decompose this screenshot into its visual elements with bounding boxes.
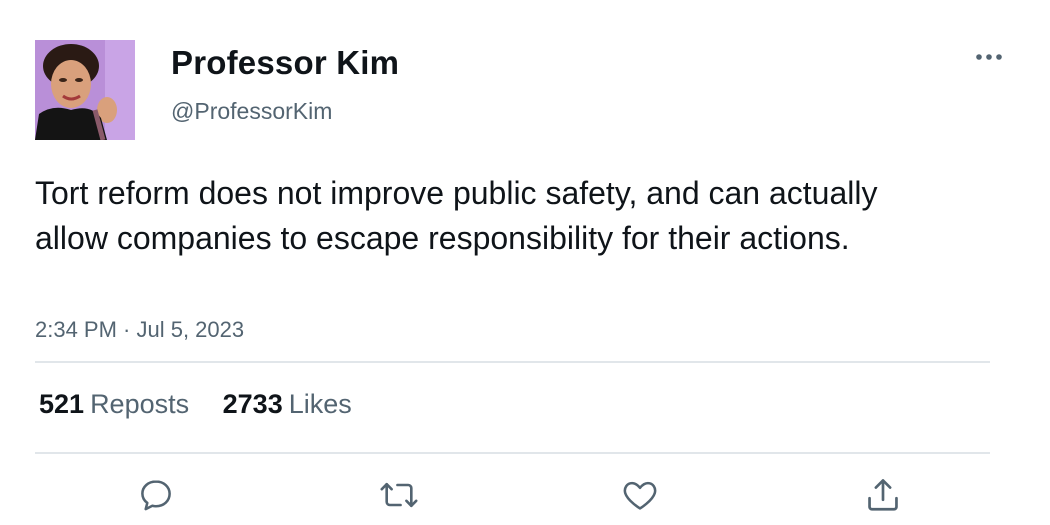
- divider: [35, 361, 990, 363]
- divider: [35, 452, 990, 454]
- likes-count: 2733: [222, 389, 283, 419]
- reply-icon: [141, 480, 171, 511]
- reposts-stat[interactable]: 521 Reposts: [39, 386, 189, 422]
- likes-label: Likes: [288, 389, 352, 419]
- action-bar: [0, 474, 1050, 514]
- reposts-count: 521: [39, 389, 85, 419]
- engagement-stats: 521 Reposts 2733 Likes: [39, 386, 378, 422]
- heart-icon: [623, 481, 657, 510]
- reply-button[interactable]: [135, 474, 177, 516]
- likes-stat[interactable]: 2733 Likes: [223, 386, 352, 422]
- avatar-photo: [35, 40, 135, 140]
- tweet-timestamp[interactable]: 2:34 PM · Jul 5, 2023: [35, 316, 244, 344]
- repost-icon: [380, 482, 418, 508]
- reposts-label: Reposts: [90, 389, 190, 419]
- author-display-name[interactable]: Professor Kim: [171, 44, 399, 82]
- more-options-button[interactable]: [966, 40, 1012, 74]
- tweet-text: Tort reform does not improve public safe…: [35, 175, 878, 256]
- author-handle[interactable]: @ProfessorKim: [171, 97, 332, 125]
- like-button[interactable]: [619, 474, 661, 516]
- share-button[interactable]: [862, 474, 904, 516]
- repost-button[interactable]: [378, 474, 420, 516]
- share-icon: [868, 479, 898, 511]
- tweet-card: Professor Kim @ProfessorKim Tort reform …: [0, 0, 1050, 525]
- more-horizontal-icon: [976, 54, 1002, 60]
- avatar[interactable]: [35, 40, 135, 140]
